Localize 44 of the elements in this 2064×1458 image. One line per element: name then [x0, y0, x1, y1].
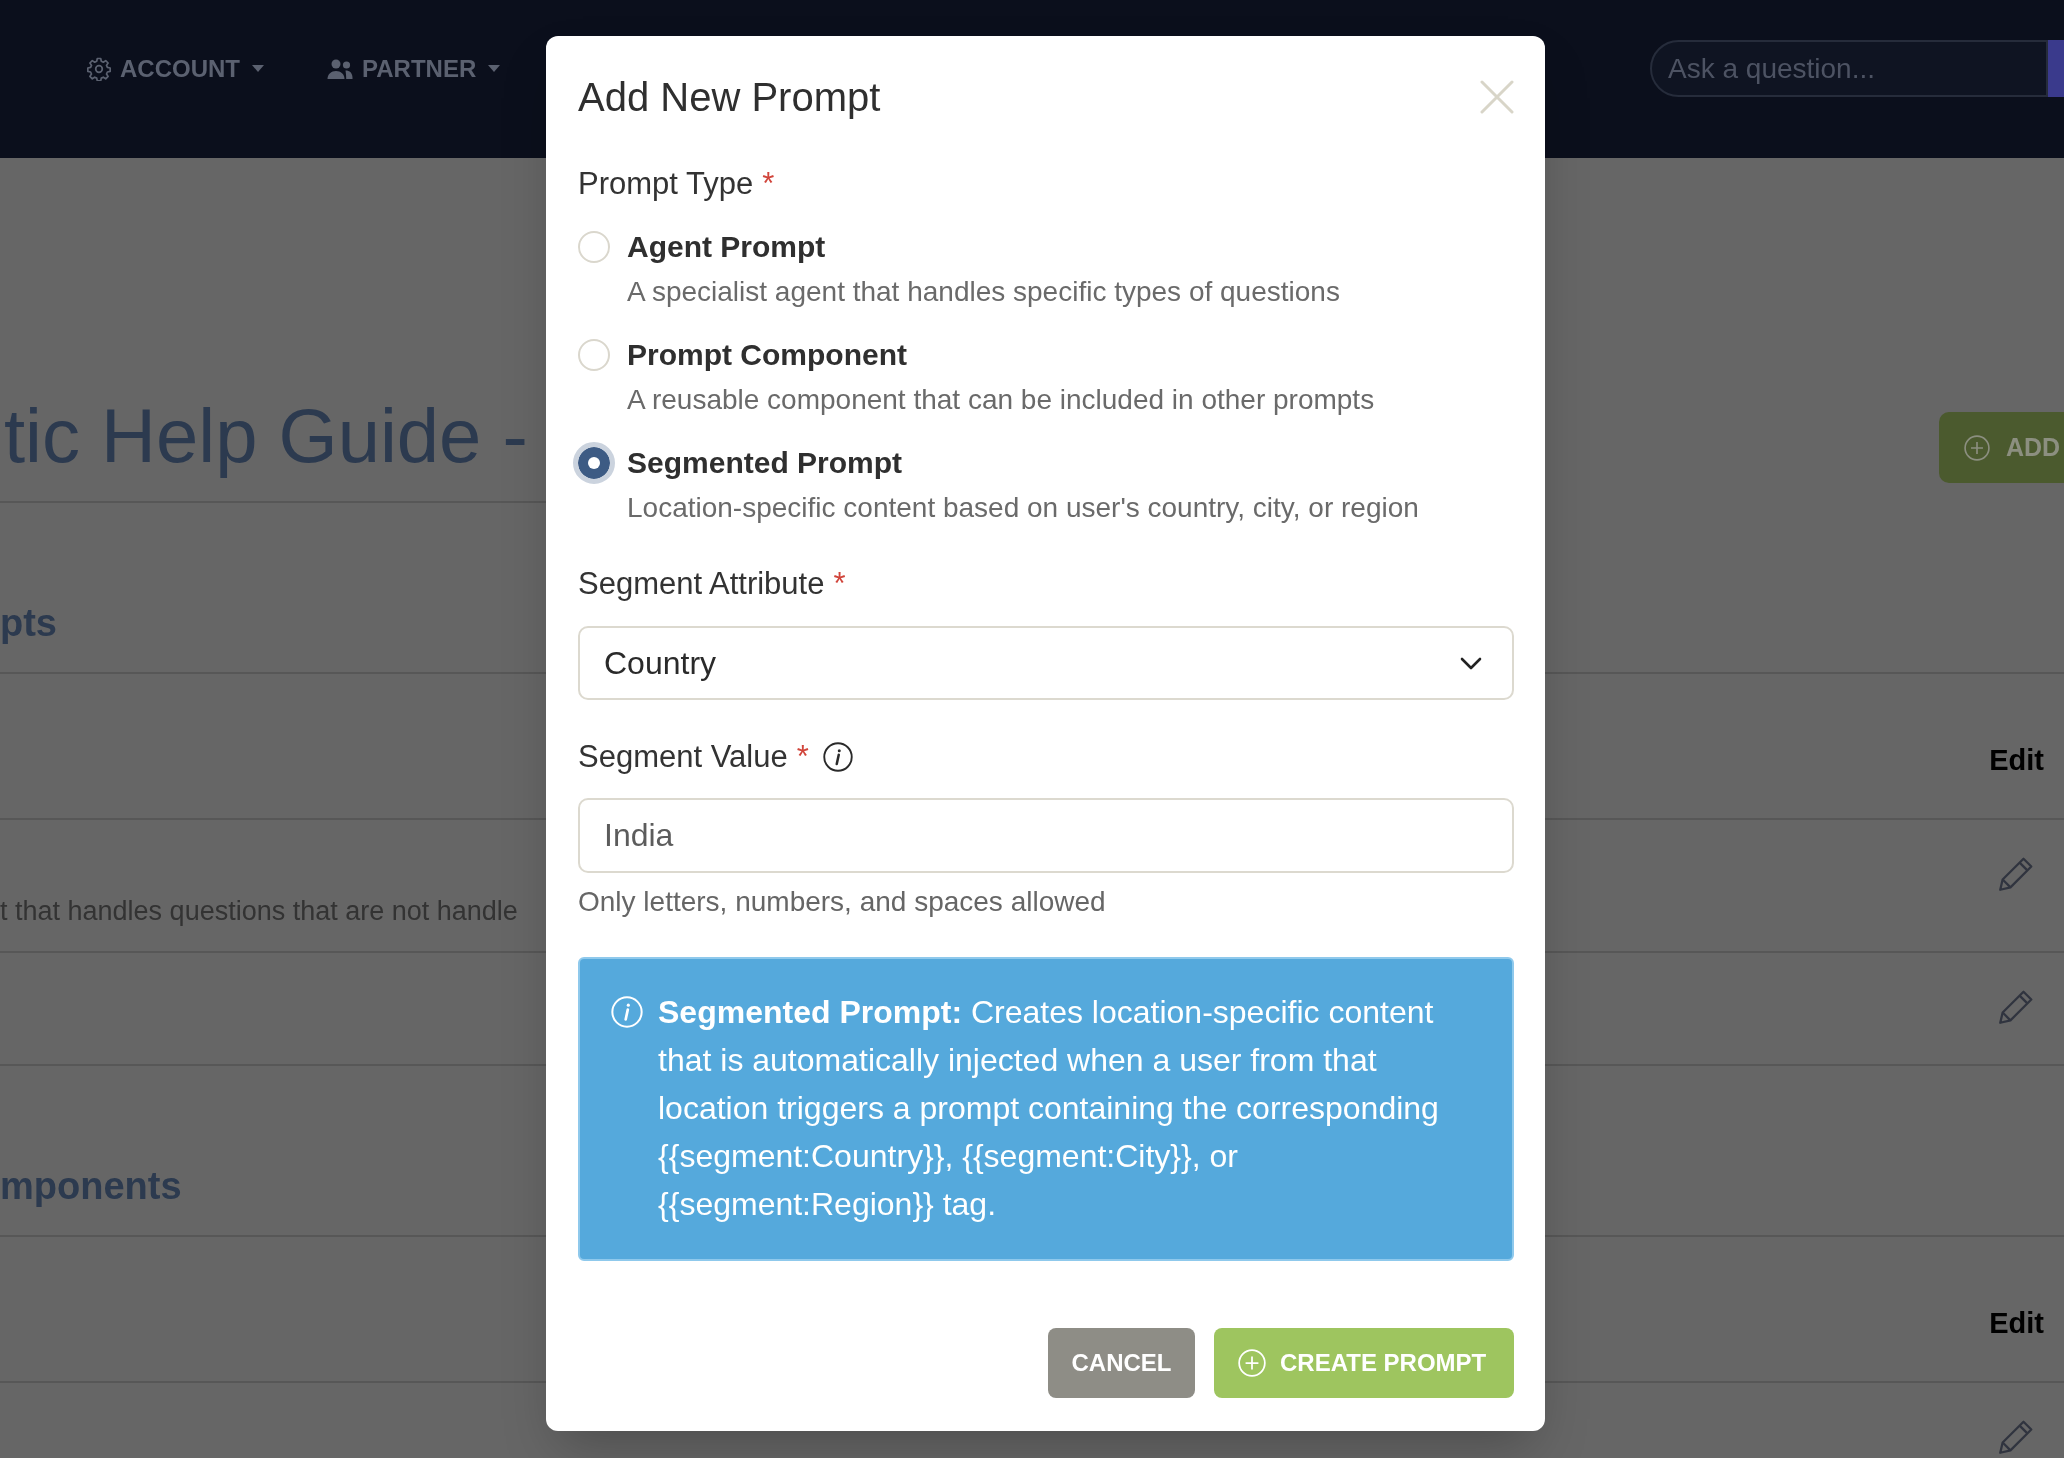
caret-icon — [252, 65, 264, 72]
required-mark: * — [762, 165, 775, 203]
create-button[interactable]: CREATE PROMPT — [1214, 1328, 1514, 1398]
required-mark: * — [796, 738, 809, 776]
option-title: Agent Prompt — [627, 229, 826, 265]
radio-button[interactable] — [578, 231, 610, 263]
option-description: Location-specific content based on user's country, city, or region — [627, 491, 1420, 525]
required-mark: * — [833, 565, 846, 603]
option-description: A reusable component that can be included in other prompts — [627, 383, 1376, 417]
pencil-icon[interactable] — [1998, 1419, 2034, 1455]
section-heading: pts — [0, 601, 57, 646]
pencil-icon[interactable] — [1998, 989, 2034, 1025]
pencil-icon[interactable] — [1998, 856, 2034, 892]
dialog-title: Add New Prompt — [578, 74, 881, 121]
field-label: Segment Attribute — [578, 565, 825, 603]
caret-icon — [488, 65, 501, 72]
search-field[interactable]: Ask a question... — [1650, 40, 2048, 97]
dropdown[interactable]: Country — [578, 626, 1514, 700]
info-icon — [611, 996, 643, 1028]
close-icon[interactable] — [1480, 80, 1514, 114]
info-icon — [822, 742, 853, 772]
plus-circle-icon — [1238, 1349, 1266, 1377]
people-icon — [327, 58, 353, 79]
radio-button[interactable] — [578, 339, 610, 371]
option-title: Segmented Prompt — [627, 445, 903, 481]
chevron-down-icon — [1460, 656, 1482, 670]
column-heading: Edit — [1989, 743, 2044, 778]
section-heading: mponents — [0, 1164, 182, 1209]
option-description: A specialist agent that handles specific types of questions — [627, 275, 1341, 309]
add-button[interactable]: ADD — [1939, 412, 2064, 483]
radio-button[interactable] — [573, 442, 615, 484]
text-input[interactable]: India — [578, 798, 1514, 873]
column-heading: Edit — [1989, 1306, 2044, 1341]
gear-icon — [87, 56, 111, 81]
field-label: Segment Value — [578, 738, 788, 776]
menu-button[interactable]: ACCOUNT — [87, 48, 264, 89]
cancel-button[interactable]: CANCEL — [1048, 1328, 1195, 1398]
field-label: Prompt Type — [578, 165, 754, 203]
plus-circle-icon — [1964, 434, 1990, 461]
info-text: Segmented Prompt: Creates location-specific content that is automatically injected when a user from that location triggers a prompt containing the corresponding {{segment:Country}}, {{segment:City}}, or {{segment:Region}} tag. — [658, 993, 1440, 1224]
menu-button[interactable]: PARTNER — [327, 48, 501, 89]
helper-text: Only letters, numbers, and spaces allowed — [578, 885, 1107, 919]
page-title: tic Help Guide - — [4, 392, 528, 480]
option-title: Prompt Component — [627, 337, 907, 373]
